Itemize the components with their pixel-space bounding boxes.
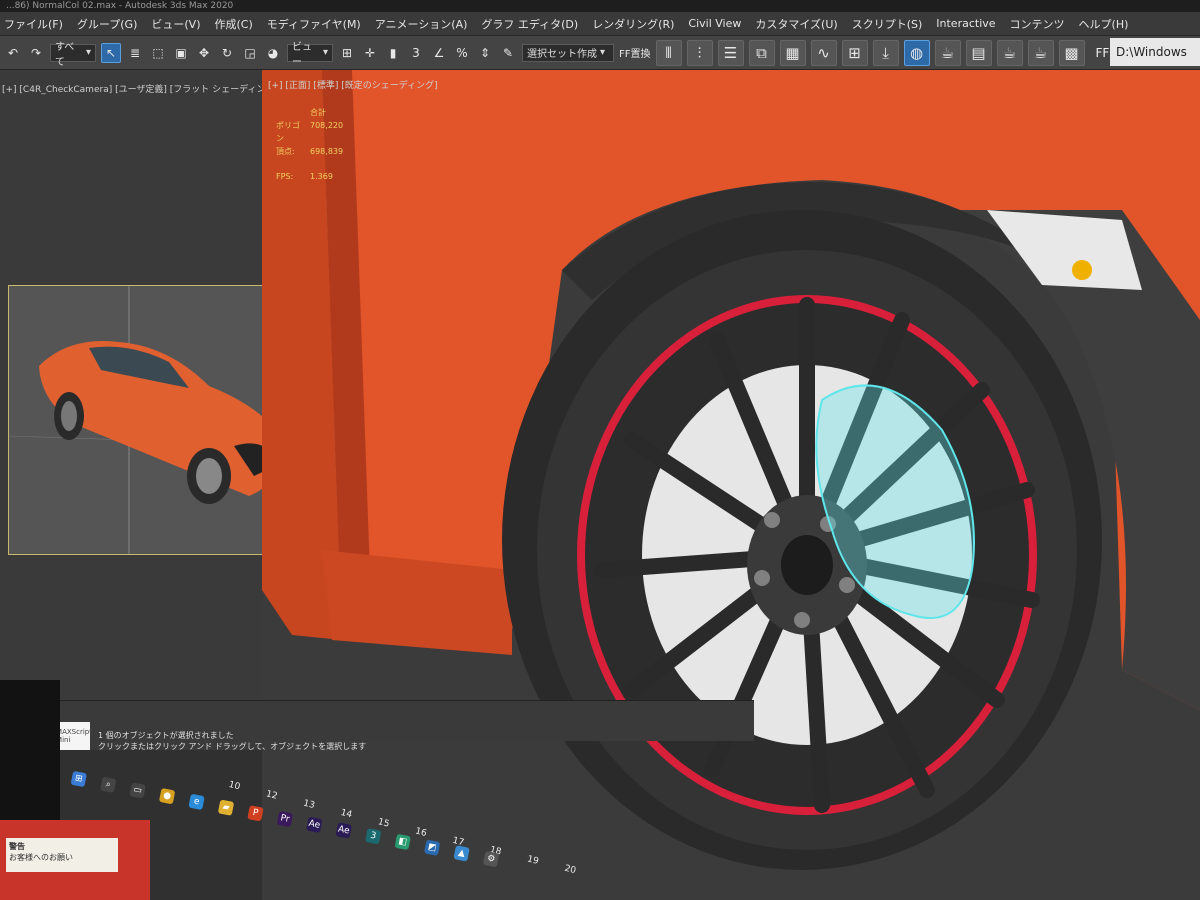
app-icon[interactable]: ◧: [394, 833, 411, 851]
viewport-statistics: 合計 ポリゴン 708,220 頂点: 698,839 FPS: 1.369: [276, 106, 343, 183]
chrome-icon[interactable]: ●: [158, 787, 176, 805]
stats-polygons-label: ポリゴン: [276, 121, 300, 143]
place-icon[interactable]: ◕: [264, 44, 282, 62]
rectangular-selection-icon[interactable]: ⬚: [149, 44, 167, 62]
stats-vertices-value: 698,839: [310, 147, 344, 156]
keyboard-shortcut-icon[interactable]: ▮: [384, 44, 402, 62]
status-selection-text: 1 個のオブジェクトが選択されました: [98, 731, 234, 740]
menu-content[interactable]: コンテンツ: [1010, 16, 1065, 32]
stats-total-header: 合計: [310, 108, 326, 117]
stats-fps-value: 1.369: [310, 172, 333, 181]
menu-bar: ファイル(F) グループ(G) ビュー(V) 作成(C) モディファイヤ(M) …: [0, 12, 1200, 36]
snap-toggle-icon[interactable]: 3: [407, 44, 425, 62]
menu-scripting[interactable]: スクリプト(S): [852, 16, 923, 32]
material-editor-icon[interactable]: ◍: [903, 39, 930, 66]
chevron-down-icon: ▾: [600, 47, 606, 58]
warning-sticker: 警告 お客様へのお願い: [0, 820, 150, 900]
selection-filter-dropdown[interactable]: すべて ▾: [50, 42, 96, 68]
workspace-path-field[interactable]: D:\Windows: [1110, 38, 1200, 66]
menu-group[interactable]: グループ(G): [77, 16, 137, 32]
curve-editor-icon[interactable]: ∿: [810, 39, 837, 66]
pivot-center-icon[interactable]: ⊞: [338, 44, 356, 62]
menu-modifiers[interactable]: モディファイヤ(M): [267, 16, 361, 32]
after-effects-icon-2[interactable]: Ae: [335, 822, 353, 839]
grid-toggle-icon[interactable]: ▩: [1058, 39, 1085, 66]
redo-icon[interactable]: ↷: [27, 44, 45, 62]
undo-icon[interactable]: ↶: [4, 44, 22, 62]
rotate-icon[interactable]: ↻: [218, 44, 236, 62]
menu-graph-editors[interactable]: グラフ エディタ(D): [481, 16, 578, 32]
menu-civil-view[interactable]: Civil View: [688, 17, 741, 30]
menu-file[interactable]: ファイル(F): [4, 16, 63, 32]
spinner-snap-icon[interactable]: ⇕: [476, 44, 494, 62]
left-viewport-label[interactable]: [+] [C4R_CheckCamera] [ユーザ定義] [フラット シェーデ…: [2, 82, 278, 95]
explorer-icon[interactable]: ▰: [217, 799, 235, 816]
ribbon-icon[interactable]: ▦: [779, 39, 806, 66]
select-manipulate-icon[interactable]: ✛: [361, 44, 379, 62]
after-effects-icon[interactable]: Ae: [306, 816, 323, 834]
front-viewport[interactable]: [262, 70, 1200, 900]
menu-help[interactable]: ヘルプ(H): [1079, 16, 1129, 32]
settings-icon[interactable]: ⚙: [482, 850, 500, 868]
ff-replace-button[interactable]: FF置換: [619, 45, 651, 60]
select-object-icon[interactable]: ↖: [101, 42, 121, 63]
menu-rendering[interactable]: レンダリング(R): [592, 16, 674, 32]
sticker-text: お客様へのお願い: [9, 853, 73, 862]
render-setup-icon[interactable]: ☕: [934, 39, 961, 66]
scene-explorer-icon[interactable]: ☰: [717, 39, 744, 66]
named-selection-set-dropdown[interactable]: 選択セット作成 ▾: [522, 43, 614, 62]
select-by-name-icon[interactable]: ≣: [126, 44, 144, 62]
window-title: ...86) NormalCol 02.max - Autodesk 3ds M…: [0, 0, 1200, 12]
chevron-down-icon: ▾: [85, 47, 91, 58]
stats-vertices-label: 頂点:: [276, 147, 295, 156]
stats-polygons-value: 708,220: [310, 121, 344, 130]
percent-snap-icon[interactable]: %: [453, 44, 471, 62]
align-icon[interactable]: ⫶: [686, 39, 713, 66]
sticker-note: 警告 お客様へのお願い: [6, 838, 118, 872]
3dsmax-icon[interactable]: 3: [365, 828, 382, 845]
photos-icon[interactable]: ▲: [453, 845, 470, 862]
menu-view[interactable]: ビュー(V): [151, 16, 200, 32]
search-icon[interactable]: ⌕: [100, 776, 117, 793]
app-window: ...86) NormalCol 02.max - Autodesk 3ds M…: [0, 0, 1200, 900]
task-view-icon[interactable]: ▭: [129, 782, 146, 799]
wheel-closeup-render: [262, 70, 1200, 870]
store-icon[interactable]: ◩: [423, 839, 441, 856]
rendered-frame-window-icon[interactable]: ▤: [965, 39, 992, 66]
schematic-view-icon[interactable]: ⊞: [841, 39, 868, 66]
import-icon[interactable]: ⤓: [872, 39, 899, 66]
render-production-icon[interactable]: ☕: [996, 39, 1023, 66]
named-selection-set-placeholder: 選択セット作成: [527, 49, 597, 60]
status-bar: 1 個のオブジェクトが選択されました クリックまたはクリック アンド ドラッグし…: [98, 730, 366, 752]
maxscript-listener-button[interactable]: MAXScript Mini: [56, 722, 92, 750]
sticker-heading: 警告: [9, 842, 25, 851]
scale-icon[interactable]: ◲: [241, 44, 259, 62]
stats-fps-label: FPS:: [276, 172, 294, 181]
main-viewport-label[interactable]: [+] [正面] [標準] [既定のシェーディング]: [268, 78, 438, 91]
window-crossing-icon[interactable]: ▣: [172, 44, 190, 62]
reference-coordinate-value: ビュー: [292, 41, 312, 68]
menu-customize[interactable]: カスタマイズ(U): [755, 16, 837, 32]
menu-interactive[interactable]: Interactive: [936, 17, 995, 30]
menu-animation[interactable]: アニメーション(A): [375, 16, 468, 32]
main-toolbar: ↶ ↷ すべて ▾ ↖ ≣ ⬚ ▣ ✥ ↻ ◲ ◕ ビュー ▾ ⊞ ✛ ▮ 3 …: [0, 36, 1200, 70]
render-active-shade-icon[interactable]: ☕: [1027, 39, 1054, 66]
mirror-icon[interactable]: ⫴: [655, 39, 682, 66]
chevron-down-icon: ▾: [322, 47, 328, 58]
premiere-icon[interactable]: Pr: [276, 810, 294, 828]
menu-create[interactable]: 作成(C): [214, 16, 252, 32]
status-prompt-text: クリックまたはクリック アンド ドラッグして、オブジェクトを選択します: [98, 742, 367, 751]
layer-explorer-icon[interactable]: ⧉: [748, 39, 775, 66]
powerpoint-icon[interactable]: P: [247, 805, 264, 822]
reference-coordinate-dropdown[interactable]: ビュー ▾: [287, 42, 333, 68]
selection-filter-value: すべて: [55, 41, 75, 68]
edit-named-selection-icon[interactable]: ✎: [499, 44, 517, 62]
windows-start-icon[interactable]: ⊞: [70, 770, 87, 788]
edge-icon[interactable]: e: [188, 793, 205, 811]
move-icon[interactable]: ✥: [195, 44, 213, 62]
angle-snap-icon[interactable]: ∠: [430, 44, 448, 62]
